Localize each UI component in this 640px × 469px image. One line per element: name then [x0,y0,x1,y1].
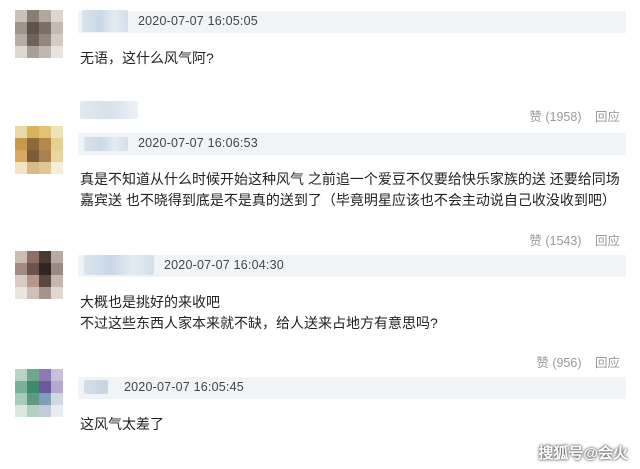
avatar[interactable] [15,126,63,174]
comment-time: 2020-07-07 16:04:30 [164,258,284,272]
like-label: 赞 [529,110,542,124]
comment-time: 2020-07-07 16:05:05 [138,14,258,28]
reply-button[interactable]: 回应 [595,110,620,124]
comment-text-line1: 大概也是挑好的来收吧 [80,294,220,310]
comment-actions: 赞 (1958) 回应 [519,106,620,125]
avatar[interactable] [15,369,63,417]
like-count: (1958) [545,110,582,124]
reply-button[interactable]: 回应 [595,234,620,248]
username[interactable] [82,10,128,32]
username-blur-top [80,101,138,119]
avatar[interactable] [15,10,63,58]
username[interactable] [84,380,108,394]
comment-header [78,255,626,277]
comment-text: 无语，这什么风气阿? [80,50,214,66]
comment-text: 真是不知道从什么时候开始这种风气 之前追一个爱豆不仅要给快乐家族的送 还要给同场… [80,171,620,208]
like-button[interactable]: 赞 (1958) [529,110,581,124]
avatar[interactable] [15,251,63,299]
like-count: (956) [552,356,582,370]
username[interactable] [84,137,128,151]
comment-text: 这风气太差了 [80,416,164,432]
like-count: (1543) [545,234,582,248]
comment-text-line2: 不过这些东西人家本来就不缺，给人送来占地方有意思吗? [80,315,438,331]
like-label: 赞 [536,356,549,370]
comment-time: 2020-07-07 16:06:53 [138,136,258,150]
comment-actions: 赞 (1543) 回应 [519,230,620,249]
comment-time: 2020-07-07 16:05:45 [124,380,244,394]
like-button[interactable]: 赞 (1543) [529,234,581,248]
reply-button[interactable]: 回应 [595,356,620,370]
like-button[interactable]: 赞 (956) [536,356,581,370]
username[interactable] [84,255,154,275]
like-label: 赞 [529,234,542,248]
comment-actions: 赞 (956) 回应 [526,352,620,371]
watermark: 搜狐号@会火 [538,445,628,462]
